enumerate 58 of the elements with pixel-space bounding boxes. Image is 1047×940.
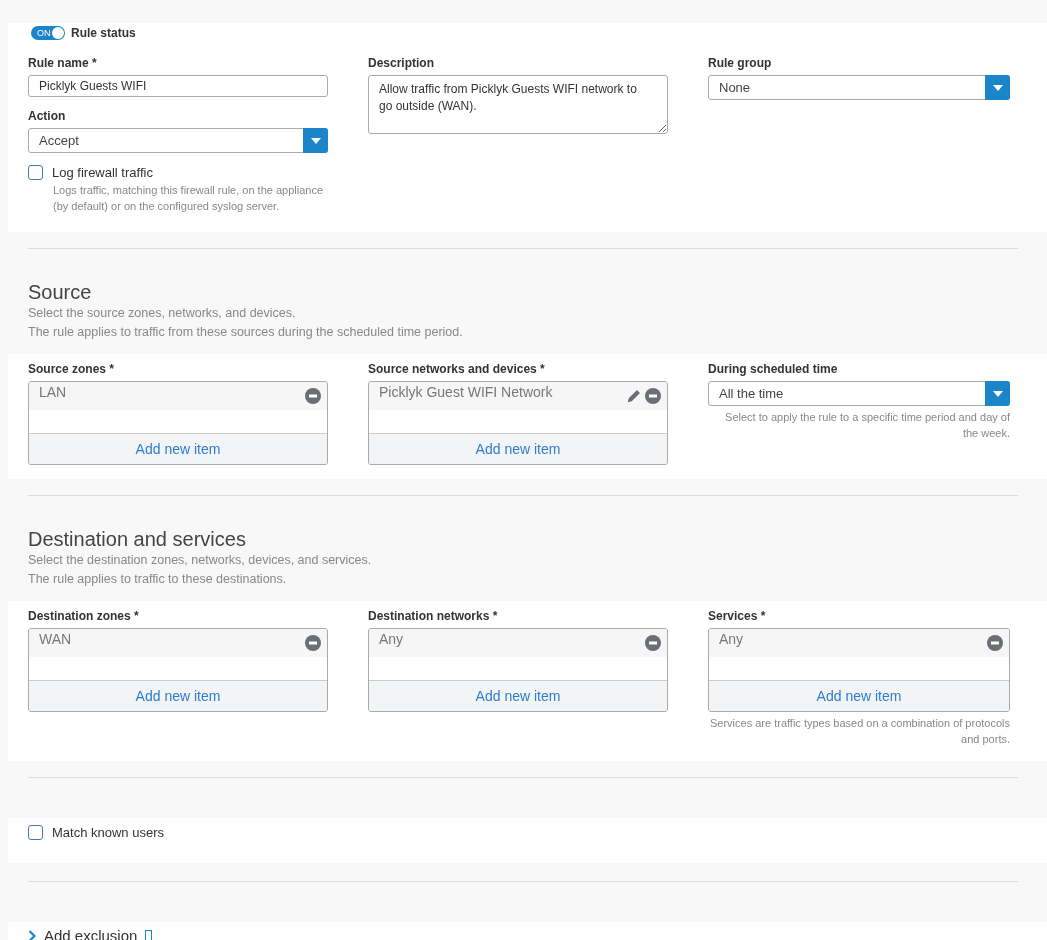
field-label: Rule group [708, 55, 773, 71]
section-title: Destination and services [28, 527, 247, 551]
section-description: Select the source zones, networks, and devices. [28, 305, 297, 322]
list-item[interactable]: Any [709, 629, 1009, 657]
remove-icon[interactable] [645, 635, 661, 651]
add-item-button[interactable]: Add new item [369, 681, 667, 711]
field-label: Source networks and devices * [368, 361, 546, 377]
list-item[interactable]: WAN [29, 629, 327, 657]
field-label: Rule name * [28, 55, 98, 71]
caret-icon [992, 84, 1003, 91]
caret-icon [992, 390, 1003, 397]
add-item-button[interactable]: Add new item [29, 434, 327, 464]
field-label: Source zones * [28, 361, 116, 377]
dropdown-button[interactable] [985, 381, 1010, 406]
dropdown[interactable]: None [708, 75, 1010, 100]
field-label: Action [28, 108, 67, 124]
toggle-switch[interactable]: ON [31, 26, 65, 40]
add-item-button[interactable]: Add new item [709, 681, 1009, 711]
dropdown-button[interactable] [303, 128, 328, 153]
toggle-label: Rule status [71, 26, 136, 40]
remove-icon[interactable] [645, 388, 661, 404]
text-field[interactable]: Picklyk Guests WIFI [28, 75, 328, 97]
field-label: Destination zones * [28, 608, 140, 624]
help-text: Select to apply the rule to a specific time period and day of the week. [724, 410, 1010, 441]
checkbox-label: Match known users [52, 825, 164, 840]
caret-icon [310, 137, 321, 144]
chevron-icon[interactable] [28, 929, 36, 940]
list-item-text: LAN [39, 383, 67, 402]
add-item-button[interactable]: Add new item [29, 681, 327, 711]
checkbox[interactable] [28, 825, 43, 840]
checkbox-label: Log firewall traffic [52, 165, 153, 180]
field-label: Destination networks * [368, 608, 499, 624]
description-field[interactable]: Allow traffic from Picklyk Guests WIFI network to go outside (WAN). [368, 75, 668, 134]
dropdown[interactable]: Accept [28, 128, 328, 153]
list-item-text: Any [719, 630, 744, 649]
section-description: The rule applies to traffic from these sources during the scheduled time period. [28, 324, 464, 341]
remove-icon[interactable] [305, 635, 321, 651]
field-label: Services * [708, 608, 767, 624]
list-item[interactable]: LAN [29, 382, 327, 410]
field-label: Description [368, 55, 435, 71]
list-item-text: Picklyk Guest WIFI Network [379, 383, 553, 402]
pencil-icon[interactable] [626, 388, 642, 404]
checkbox[interactable] [28, 165, 43, 180]
list-item-text: WAN [39, 630, 72, 649]
remove-icon[interactable] [305, 388, 321, 404]
section-description: The rule applies to traffic to these destinations. [28, 571, 288, 588]
remove-icon[interactable] [987, 635, 1003, 651]
field-label: During scheduled time [708, 361, 839, 377]
add-item-button[interactable]: Add new item [369, 434, 667, 464]
section-title: Source [28, 280, 93, 304]
list-item-text: Any [379, 630, 404, 649]
list-item[interactable]: Any [369, 629, 667, 657]
help-text: Logs traffic, matching this firewall rule, on the appliance (by default) or on the configured syslog server. [53, 183, 325, 214]
dropdown[interactable]: All the time [708, 381, 1010, 406]
list-item[interactable]: Picklyk Guest WIFI Network [369, 382, 667, 410]
help-text: Services are traffic types based on a combination of protocols and ports. [709, 716, 1010, 747]
dropdown-button[interactable] [985, 75, 1010, 100]
section-description: Select the destination zones, networks, devices, and services. [28, 552, 373, 569]
